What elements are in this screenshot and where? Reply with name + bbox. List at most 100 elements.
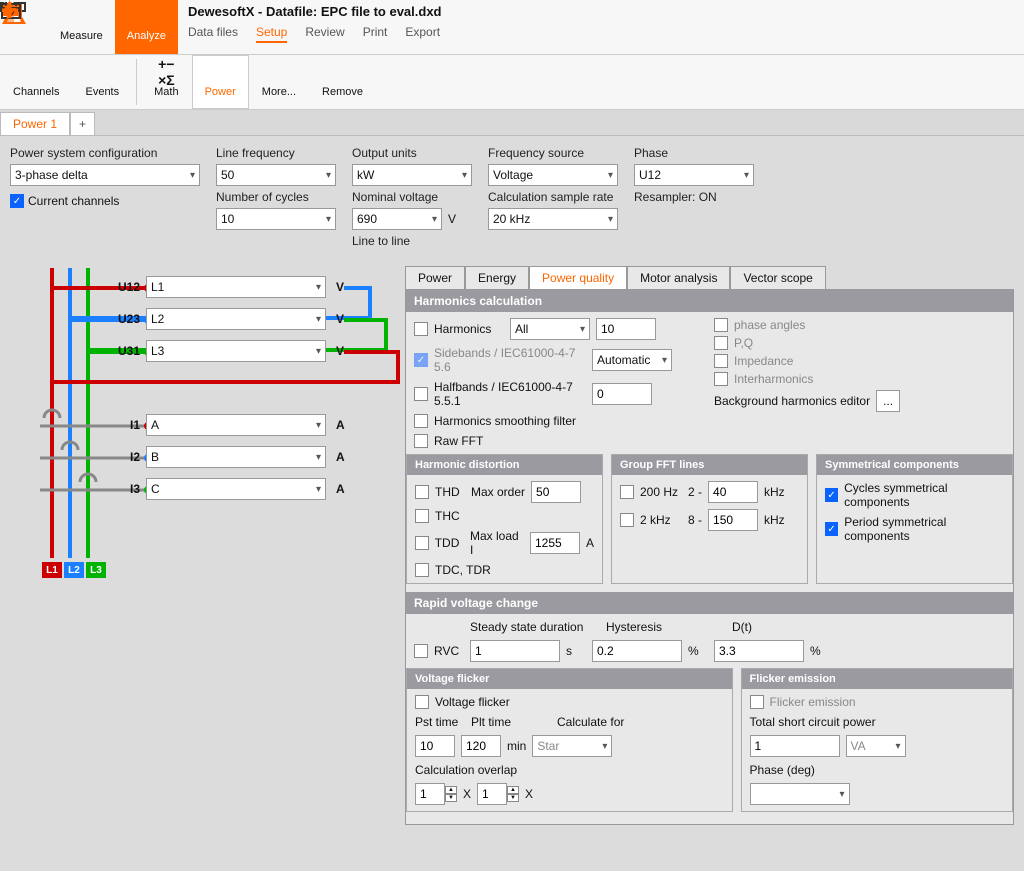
pq-check: [714, 336, 728, 350]
remove-button[interactable]: Remove: [309, 55, 376, 109]
sym-header: Symmetrical components: [817, 455, 1012, 475]
u31-label: U31: [110, 344, 140, 358]
thd-input[interactable]: [531, 481, 581, 503]
tdc-check[interactable]: [415, 563, 429, 577]
analyze-label: Analyze: [127, 30, 166, 42]
phaseangles-check: [714, 318, 728, 332]
impedance-check: [714, 354, 728, 368]
overlap-y-spinner[interactable]: ▲▼: [477, 783, 519, 805]
output-units-select[interactable]: kW▾: [352, 164, 472, 186]
sym-cycles-check[interactable]: ✓: [825, 488, 838, 502]
tab-review[interactable]: Review: [305, 25, 344, 43]
power-system-label: Power system configuration: [10, 146, 200, 160]
halfbands-input[interactable]: [592, 383, 652, 405]
analyze-button[interactable]: Analyze: [115, 0, 178, 54]
u31-select[interactable]: L3▾: [146, 340, 326, 362]
overlap-x-spinner[interactable]: ▲▼: [415, 783, 457, 805]
chevron-up-icon: ▲: [445, 786, 457, 794]
plt-input[interactable]: [461, 735, 501, 757]
bg-editor-button[interactable]: ...: [876, 390, 900, 412]
rvc-steady-input[interactable]: [470, 640, 560, 662]
harmonics-calc-header: Harmonics calculation: [406, 290, 1013, 312]
tab-print[interactable]: Print: [363, 25, 388, 43]
plus-icon: [267, 60, 291, 84]
gfft-200-input[interactable]: [708, 481, 758, 503]
fe-header: Flicker emission: [742, 669, 1012, 689]
rvc-dt-input[interactable]: [714, 640, 804, 662]
file-tabs: Data files Setup Review Print Export: [188, 25, 442, 43]
rtab-vector[interactable]: Vector scope: [730, 266, 825, 289]
power-button[interactable]: Power: [192, 55, 249, 109]
halfbands-check[interactable]: [414, 387, 428, 401]
harmonics-input[interactable]: [596, 318, 656, 340]
rvc-header: Rapid voltage change: [406, 592, 1013, 614]
power-system-select[interactable]: 3-phase delta▾: [10, 164, 200, 186]
rtab-energy[interactable]: Energy: [465, 266, 529, 289]
rtab-power[interactable]: Power: [405, 266, 465, 289]
search-icon: [134, 4, 158, 28]
tab-add[interactable]: +: [70, 112, 95, 135]
page-tabs: Power 1 +: [0, 110, 1024, 136]
sidebands-select[interactable]: Automatic▾: [592, 349, 672, 371]
smoothing-check[interactable]: [414, 414, 428, 428]
thc-check[interactable]: [415, 509, 429, 523]
i2-select[interactable]: B▾: [146, 446, 326, 468]
legend: L1 L2 L3: [42, 562, 106, 578]
tdd-check[interactable]: [415, 536, 429, 550]
pst-input[interactable]: [415, 735, 455, 757]
rawfft-check[interactable]: [414, 434, 428, 448]
checkbox-icon: ✓: [10, 194, 24, 208]
interharm-check: [714, 372, 728, 386]
i1-select[interactable]: A▾: [146, 414, 326, 436]
nominal-voltage-select[interactable]: 690▾: [352, 208, 442, 230]
events-button[interactable]: Events: [72, 55, 132, 109]
app-title: DewesoftX - Datafile: EPC file to eval.d…: [188, 4, 442, 19]
calc-rate-select[interactable]: 20 kHz▾: [488, 208, 618, 230]
logo[interactable]: [0, 0, 48, 54]
ruler-icon: [69, 4, 93, 28]
tab-data-files[interactable]: Data files: [188, 25, 238, 43]
tab-power1[interactable]: Power 1: [0, 112, 70, 135]
sidebands-check: ✓: [414, 353, 428, 367]
gfft-200-check[interactable]: [620, 485, 634, 499]
line-freq-select[interactable]: 50▾: [216, 164, 336, 186]
chevron-down-icon: ▼: [507, 794, 519, 802]
i1-label: I1: [110, 418, 140, 432]
math-button[interactable]: +−×Σ Math: [141, 55, 191, 109]
fe-phase-select[interactable]: ▾: [750, 783, 850, 805]
channels-button[interactable]: Channels: [0, 55, 72, 109]
current-channels-check[interactable]: ✓ Current channels: [10, 194, 200, 208]
sym-period-check[interactable]: ✓: [825, 522, 838, 536]
hd-header: Harmonic distortion: [407, 455, 602, 475]
toolbar: Channels Events +−×Σ Math Power More... …: [0, 55, 1024, 110]
measure-button[interactable]: Measure: [48, 0, 115, 54]
more-button[interactable]: More...: [249, 55, 309, 109]
tscp-unit-select: VA▾: [846, 735, 906, 757]
tscp-input[interactable]: [750, 735, 840, 757]
tdd-input[interactable]: [530, 532, 580, 554]
wiring-diagram: U12 L1▾ V U23 L2▾ V U31 L3▾ V I1 A▾ A I2: [10, 268, 400, 578]
harmonics-check[interactable]: [414, 322, 428, 336]
u23-select[interactable]: L2▾: [146, 308, 326, 330]
rvc-check[interactable]: [414, 644, 428, 658]
phase-select[interactable]: U12▾: [634, 164, 754, 186]
freq-source-select[interactable]: Voltage▾: [488, 164, 618, 186]
gfft-2k-check[interactable]: [620, 513, 634, 527]
u12-label: U12: [110, 280, 140, 294]
gfft-2k-input[interactable]: [708, 509, 758, 531]
main-panel: Power system configuration 3-phase delta…: [0, 136, 1024, 871]
tab-export[interactable]: Export: [405, 25, 440, 43]
vf-check[interactable]: [415, 695, 429, 709]
harmonics-select[interactable]: All▾: [510, 318, 590, 340]
rvc-hyst-input[interactable]: [592, 640, 682, 662]
u12-select[interactable]: L1▾: [146, 276, 326, 298]
channels-icon: [24, 60, 48, 84]
tab-setup[interactable]: Setup: [256, 25, 287, 43]
rtab-motor[interactable]: Motor analysis: [627, 266, 730, 289]
i3-select[interactable]: C▾: [146, 478, 326, 500]
thd-check[interactable]: [415, 485, 429, 499]
calc-for-select: Star▾: [532, 735, 612, 757]
num-cycles-select[interactable]: 10▾: [216, 208, 336, 230]
rtab-pq[interactable]: Power quality: [529, 266, 627, 289]
i2-label: I2: [110, 450, 140, 464]
